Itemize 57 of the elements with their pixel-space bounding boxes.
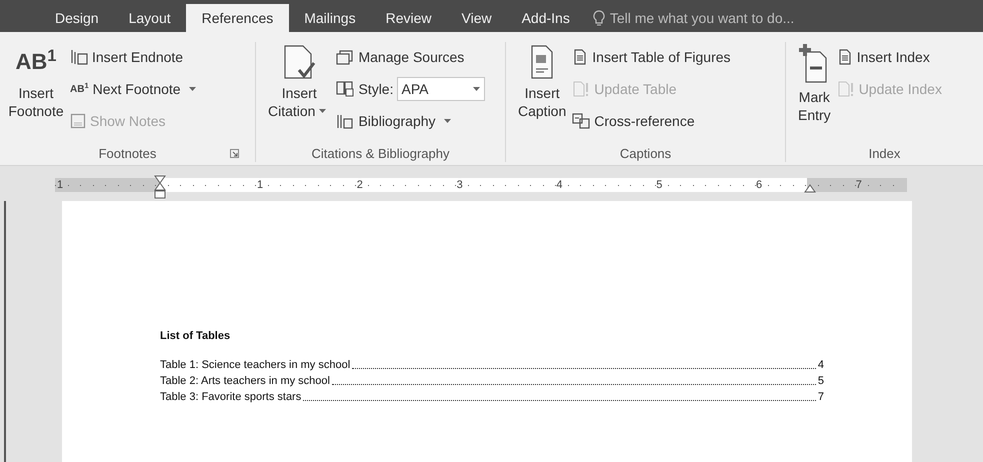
next-footnote-icon: AB$^{1}$: [70, 82, 89, 96]
right-indent-marker-icon: [804, 184, 816, 193]
stacked-notes-icon: [70, 49, 88, 65]
entry-title: Table 3: Favorite sports stars: [160, 390, 302, 404]
large-ribbon-button[interactable]: Mark Entry: [798, 42, 831, 124]
ribbon-tab[interactable]: Layout: [114, 4, 186, 32]
ribbon-tab[interactable]: Review: [370, 4, 446, 32]
group-label: Index: [868, 145, 900, 162]
list-heading: List of Tables: [160, 329, 232, 344]
style-icon: [336, 81, 354, 97]
ribbon-tab[interactable]: Mailings: [289, 4, 371, 32]
ruler-number: 7: [856, 179, 862, 191]
ruler-number: 5: [656, 179, 662, 191]
group-label: Footnotes: [98, 145, 156, 162]
notes-pane-icon: [70, 113, 86, 129]
ribbon-button[interactable]: Cross-reference: [572, 107, 731, 135]
large-ribbon-button[interactable]: Insert Citation: [268, 42, 330, 120]
footnote-icon: AB$^{1}$: [16, 44, 56, 84]
ribbon-button[interactable]: Bibliography: [336, 107, 486, 135]
tell-me-field[interactable]: Tell me what you want to do...: [610, 8, 840, 28]
large-ribbon-button[interactable]: Insert Caption: [518, 42, 566, 120]
ruler-number: 6: [756, 179, 762, 191]
document-icon: [572, 49, 588, 65]
ribbon-button[interactable]: Insert Table of Figures: [572, 43, 731, 71]
ribbon-tab[interactable]: View: [446, 4, 507, 32]
ruler-number: 2: [356, 179, 363, 191]
ruler-number: 4: [556, 179, 563, 191]
style-dropdown[interactable]: APA: [397, 77, 486, 101]
entry-title: Table 2: Arts teachers in my school: [160, 374, 330, 388]
ruler-number: 1: [57, 179, 64, 191]
ribbon-button[interactable]: Insert Endnote: [70, 43, 200, 71]
caret-icon: [473, 87, 480, 91]
ribbon-tab[interactable]: Add-Ins: [506, 4, 585, 32]
sources-icon: [336, 49, 354, 65]
large-ribbon-button[interactable]: AB$^{1}$ Insert Footnote: [8, 42, 64, 120]
ribbon-tab[interactable]: Design: [40, 4, 114, 32]
ruler-number: 3: [456, 179, 463, 191]
caption-image-icon: [530, 44, 554, 80]
group-label: Captions: [620, 145, 672, 162]
style-label: Style:: [358, 80, 394, 99]
ribbon-button[interactable]: Insert Index: [836, 43, 942, 71]
ribbon-button[interactable]: AB$^{1}$ Next Footnote: [70, 75, 200, 103]
entry-title: Table 1: Science teachers in my school: [160, 358, 350, 372]
page-number: 4: [818, 358, 824, 372]
bibliography-icon: [336, 113, 354, 129]
document-warning-icon: [836, 81, 855, 97]
document-warning-icon: [572, 81, 590, 97]
page-number: 7: [818, 390, 824, 404]
group-label: Citations & Bibliography: [311, 145, 450, 162]
ribbon-tab[interactable]: References: [186, 4, 290, 32]
dialog-launcher-icon[interactable]: [230, 149, 239, 158]
lightbulb-icon: [592, 10, 605, 26]
ribbon-button[interactable]: Manage Sources: [336, 43, 486, 71]
document-icon: [836, 49, 853, 65]
cross-reference-icon: [572, 113, 590, 129]
page-number: 5: [818, 374, 824, 388]
ruler-number: 1: [257, 179, 264, 191]
